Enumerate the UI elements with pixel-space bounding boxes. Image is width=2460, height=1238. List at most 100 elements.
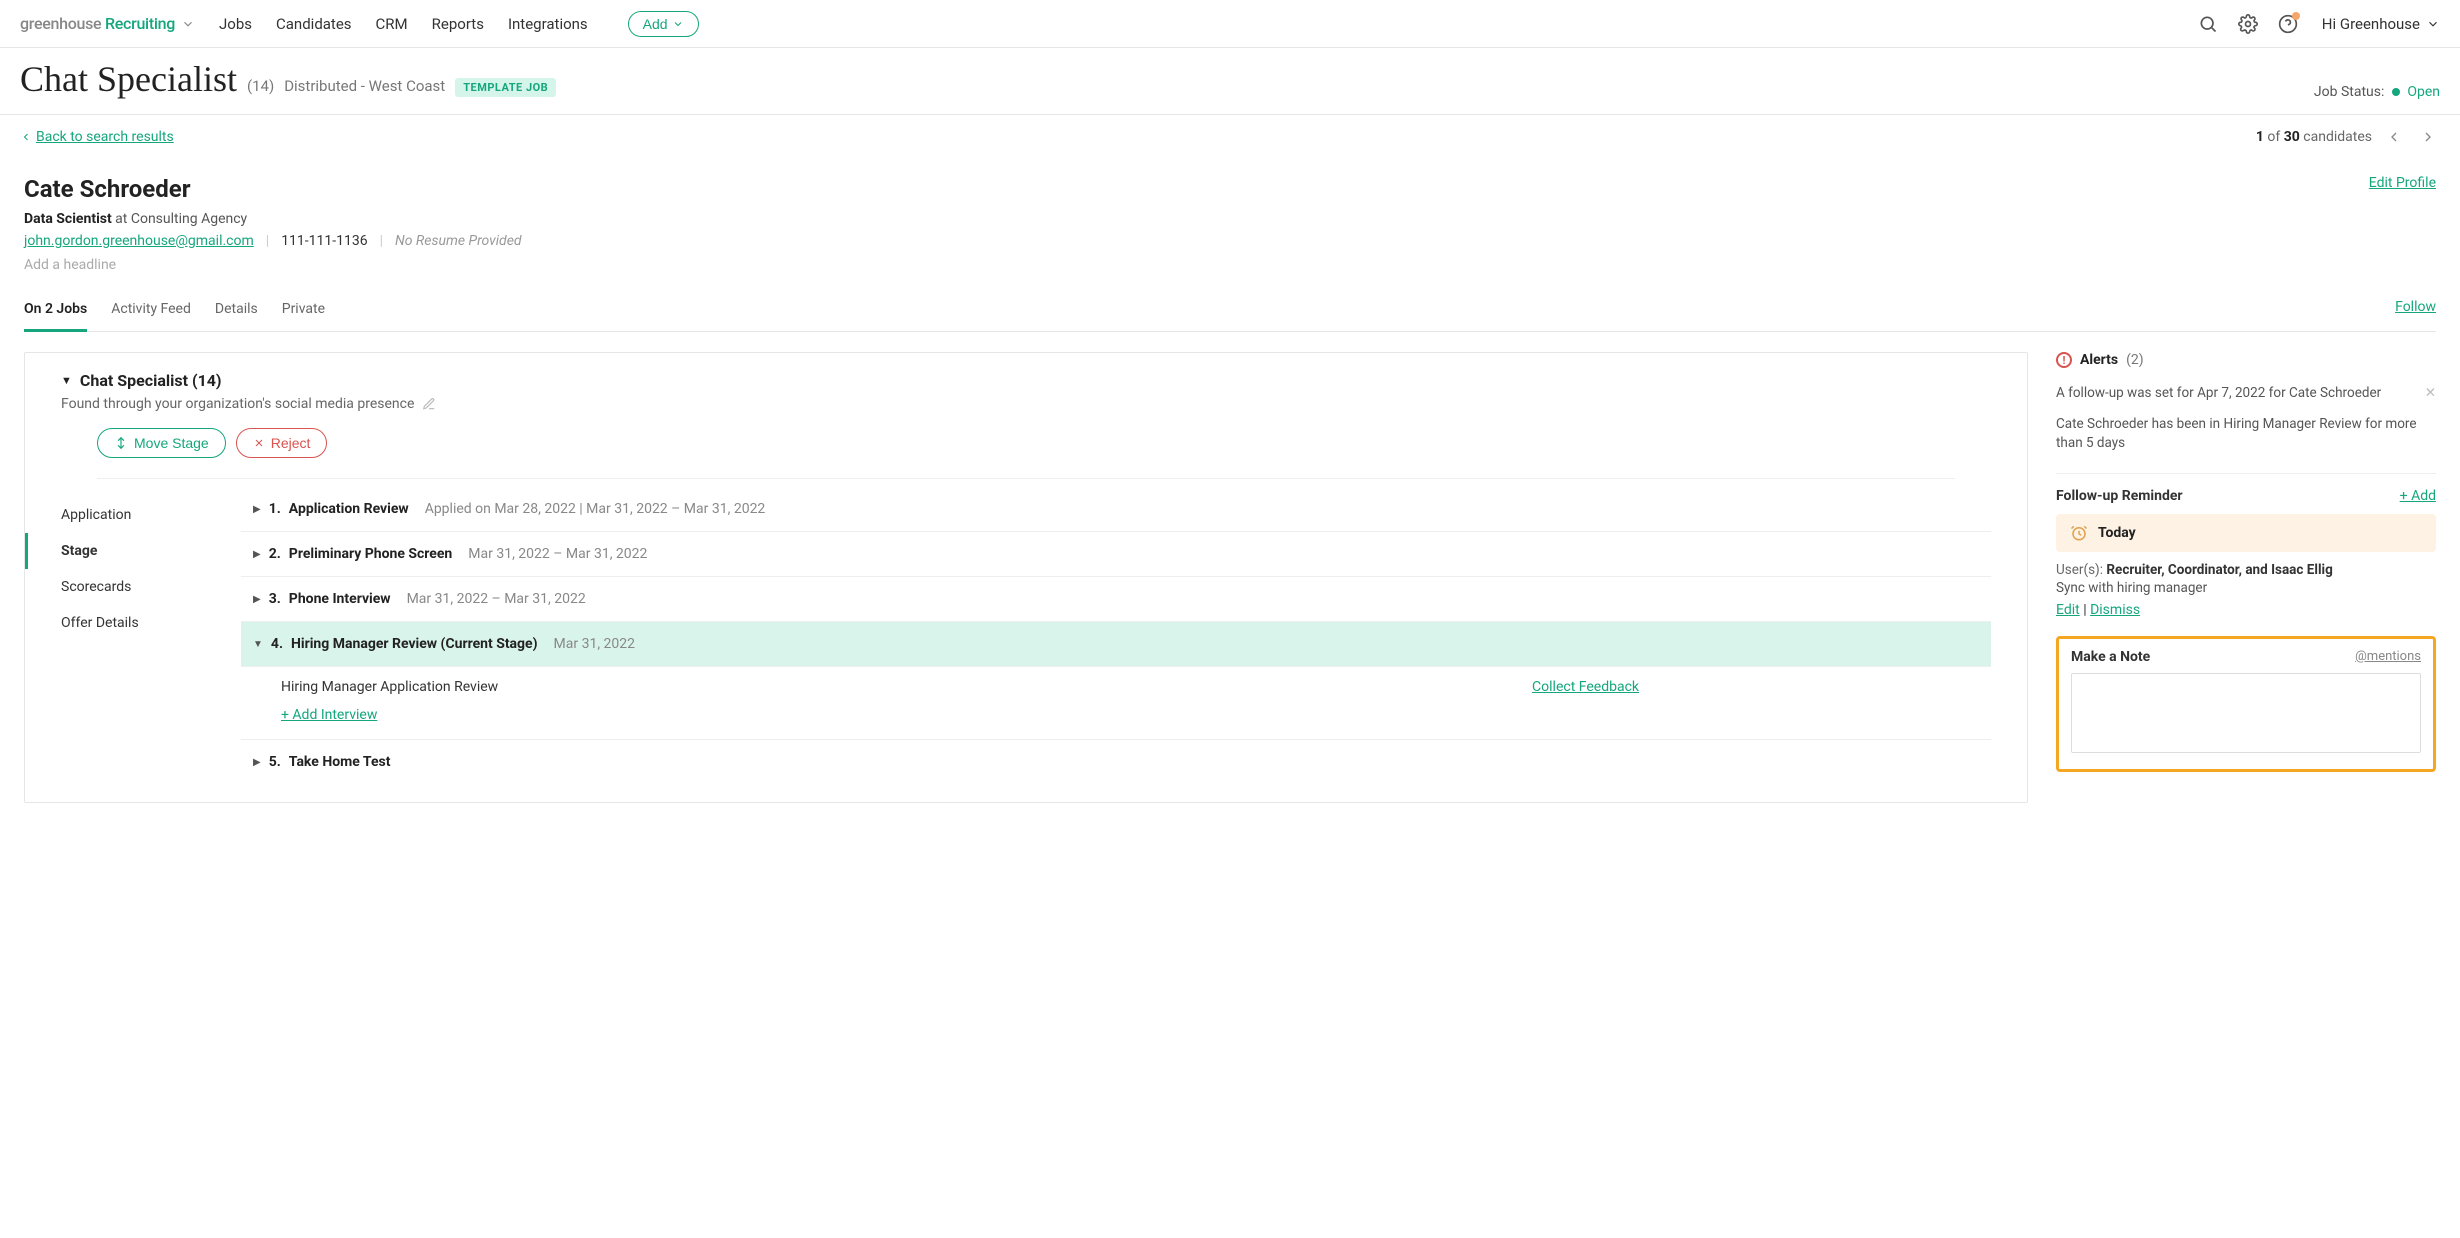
candidate-role: Data Scientist at Consulting Agency <box>24 211 2436 227</box>
pencil-icon[interactable] <box>422 397 436 411</box>
stage-row[interactable]: ▶ 3. Phone Interview Mar 31, 2022 – Mar … <box>241 577 1991 622</box>
followup-actions: Edit | Dismiss <box>2056 602 2436 618</box>
add-button-label: Add <box>643 16 668 32</box>
logo-text-green: Recruiting <box>101 14 175 33</box>
candidate-role-title: Data Scientist <box>24 211 112 227</box>
caret-down-icon[interactable]: ▼ <box>61 374 72 387</box>
candidate-header: Cate Schroeder Edit Profile Data Scienti… <box>0 159 2460 273</box>
pager-next[interactable] <box>2416 125 2440 149</box>
tab-activity-feed[interactable]: Activity Feed <box>111 293 191 331</box>
divider <box>2056 473 2436 474</box>
edit-profile-link[interactable]: Edit Profile <box>2369 175 2436 191</box>
triangle-right-icon: ▶ <box>253 757 261 768</box>
collect-feedback-link[interactable]: Collect Feedback <box>1532 679 1639 695</box>
logo[interactable]: greenhouse Recruiting <box>20 14 175 33</box>
user-greeting-text: Hi Greenhouse <box>2322 15 2420 33</box>
job-status-label: Job Status: <box>2314 84 2384 100</box>
stage-dates: Mar 31, 2022 – Mar 31, 2022 <box>407 591 586 607</box>
no-resume-text: No Resume Provided <box>395 233 522 249</box>
close-icon[interactable]: ✕ <box>2425 384 2436 403</box>
tab-private[interactable]: Private <box>282 293 325 331</box>
move-stage-button[interactable]: Move Stage <box>97 428 226 458</box>
back-link[interactable]: Back to search results <box>20 129 174 145</box>
nav-reports[interactable]: Reports <box>432 15 484 33</box>
job-location: Distributed - West Coast <box>284 77 445 95</box>
stage-row[interactable]: ▶ 2. Preliminary Phone Screen Mar 31, 20… <box>241 532 1991 577</box>
followup-add-link[interactable]: + Add <box>2400 488 2436 504</box>
alert-item: Cate Schroeder has been in Hiring Manage… <box>2056 409 2436 459</box>
headline-placeholder[interactable]: Add a headline <box>24 257 2436 273</box>
job-card-source: Found through your organization's social… <box>61 396 414 412</box>
today-label: Today <box>2098 525 2136 541</box>
pager-prev[interactable] <box>2382 125 2406 149</box>
add-button[interactable]: Add <box>628 11 699 37</box>
nav-application[interactable]: Application <box>61 497 241 533</box>
nav-crm[interactable]: CRM <box>376 15 408 33</box>
chevron-left-icon <box>20 131 32 143</box>
help-icon[interactable] <box>2278 14 2298 34</box>
logo-text-grey: greenhouse <box>20 14 101 33</box>
gear-icon[interactable] <box>2238 14 2258 34</box>
job-status-value: Open <box>2407 84 2440 100</box>
nav-jobs[interactable]: Jobs <box>219 15 252 33</box>
separator: | <box>266 233 269 249</box>
stage-row[interactable]: ▶ 5. Take Home Test <box>241 740 1991 784</box>
tabs-row: On 2 Jobs Activity Feed Details Private … <box>24 293 2436 332</box>
stage-list: ▶ 1. Application Review Applied on Mar 2… <box>241 479 2027 784</box>
move-icon <box>114 436 128 450</box>
notification-dot-icon <box>2292 12 2300 20</box>
clock-icon <box>2070 524 2088 542</box>
right-sidebar: ! Alerts (2) A follow-up was set for Apr… <box>2056 352 2436 772</box>
stage-row[interactable]: ▶ 1. Application Review Applied on Mar 2… <box>241 487 1991 532</box>
stage-row-current[interactable]: ▼ 4. Hiring Manager Review (Current Stag… <box>241 622 1991 667</box>
mentions-link[interactable]: @mentions <box>2355 649 2421 664</box>
close-icon <box>253 437 265 449</box>
stage-num: 2. <box>269 546 281 562</box>
nav-links: Jobs Candidates CRM Reports Integrations <box>219 15 588 33</box>
stage-detail: Hiring Manager Application Review Collec… <box>241 667 1991 740</box>
job-card-title-row: ▼ Chat Specialist (14) <box>61 371 1991 390</box>
user-menu[interactable]: Hi Greenhouse <box>2322 15 2440 33</box>
stage-name: Hiring Manager Review (Current Stage) <box>291 636 538 652</box>
move-stage-label: Move Stage <box>134 435 209 451</box>
make-note-box: Make a Note @mentions <box>2056 636 2436 772</box>
nav-scorecards[interactable]: Scorecards <box>61 569 241 605</box>
users-value: Recruiter, Coordinator, and Isaac Ellig <box>2106 562 2332 578</box>
pager-of: of <box>2267 129 2280 145</box>
triangle-right-icon: ▶ <box>253 504 261 515</box>
alerts-count: (2) <box>2126 352 2144 368</box>
tab-details[interactable]: Details <box>215 293 258 331</box>
nav-integrations[interactable]: Integrations <box>508 15 588 33</box>
stage-detail-title: Hiring Manager Application Review <box>281 679 498 695</box>
candidate-name: Cate Schroeder <box>24 175 191 203</box>
stage-num: 4. <box>271 636 283 652</box>
chevron-down-icon <box>2426 17 2440 31</box>
nav-icons: Hi Greenhouse <box>2198 14 2440 34</box>
top-nav: greenhouse Recruiting Jobs Candidates CR… <box>0 0 2460 48</box>
nav-candidates[interactable]: Candidates <box>276 15 352 33</box>
reject-label: Reject <box>271 435 311 451</box>
followup-dismiss-link[interactable]: Dismiss <box>2090 602 2140 618</box>
logo-dropdown-icon[interactable] <box>181 17 195 31</box>
nav-offer-details[interactable]: Offer Details <box>61 605 241 641</box>
stage-num: 3. <box>269 591 281 607</box>
followup-header: Follow-up Reminder + Add <box>2056 488 2436 504</box>
alert-text: A follow-up was set for Apr 7, 2022 for … <box>2056 384 2381 403</box>
back-link-label: Back to search results <box>36 129 174 145</box>
note-textarea[interactable] <box>2071 673 2421 753</box>
tab-on-jobs[interactable]: On 2 Jobs <box>24 293 87 332</box>
search-icon[interactable] <box>2198 14 2218 34</box>
job-card-title: Chat Specialist (14) <box>80 371 222 390</box>
job-card: ▼ Chat Specialist (14) Found through you… <box>24 352 2028 803</box>
followup-edit-link[interactable]: Edit <box>2056 602 2080 618</box>
stage-dates: Mar 31, 2022 <box>554 636 636 652</box>
candidate-phone: 111-111-1136 <box>281 233 367 249</box>
candidate-email[interactable]: john.gordon.greenhouse@gmail.com <box>24 233 254 249</box>
today-bar: Today <box>2056 514 2436 552</box>
follow-link[interactable]: Follow <box>2395 299 2436 325</box>
stage-dates: Applied on Mar 28, 2022 | Mar 31, 2022 –… <box>425 501 766 517</box>
reject-button[interactable]: Reject <box>236 428 328 458</box>
stage-name: Preliminary Phone Screen <box>289 546 452 562</box>
add-interview-link[interactable]: + Add Interview <box>281 707 377 723</box>
nav-stage[interactable]: Stage <box>25 533 241 569</box>
